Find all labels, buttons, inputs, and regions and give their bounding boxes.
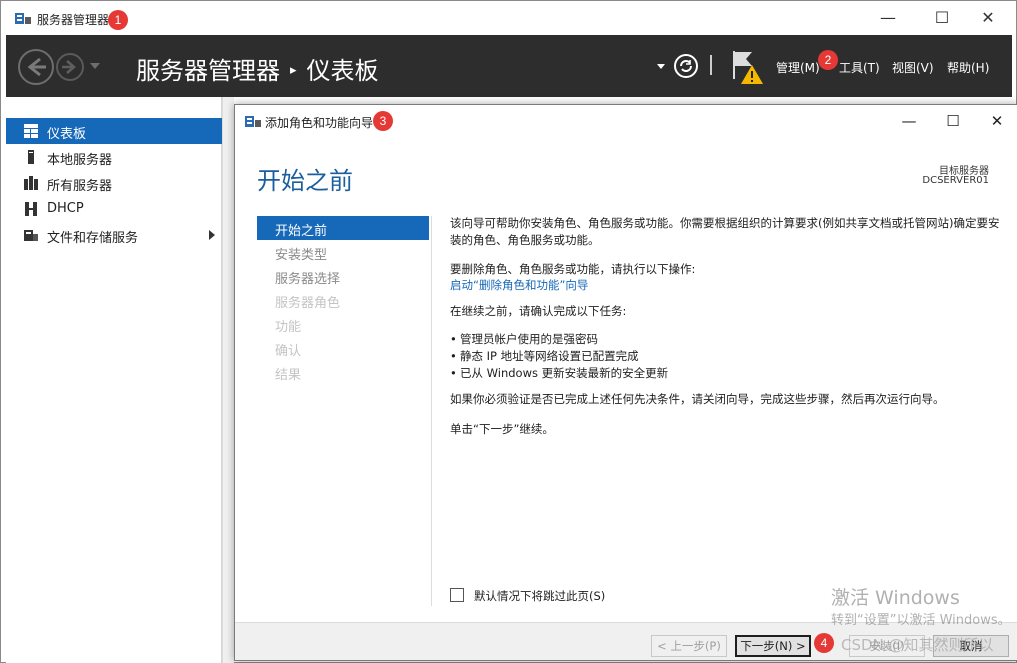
sidebar-item-label: 仪表板	[47, 127, 87, 142]
dhcp-icon	[25, 202, 37, 216]
back-button[interactable]	[18, 49, 54, 85]
refresh-icon[interactable]	[674, 54, 698, 78]
window-titlebar: 服务器管理器 1 — ☐ ✕	[1, 1, 1016, 35]
step-label: 安装类型	[275, 248, 328, 263]
menu-manage[interactable]: 管理(M)	[776, 59, 820, 76]
next-button[interactable]: 下一步(N) >	[735, 635, 811, 657]
dialog-close-button[interactable]: ✕	[975, 105, 1017, 137]
step-label: 服务器选择	[275, 272, 341, 287]
expand-arrow-icon[interactable]	[209, 230, 215, 240]
arrow-left-icon	[27, 57, 46, 77]
step-installation-type[interactable]: 安装类型	[257, 240, 429, 264]
verify-text: 如果你必须验证是否已完成上述任何先决条件，请关闭向导，完成这些步骤，然后再次运行…	[450, 392, 945, 406]
remove-instructions: 要删除角色、角色服务或功能，请执行以下操作:	[450, 262, 696, 276]
window-title: 服务器管理器	[37, 13, 110, 27]
step-features: 功能	[257, 312, 429, 336]
step-label: 开始之前	[275, 224, 328, 239]
step-label: 结果	[275, 368, 302, 383]
step-confirmation: 确认	[257, 336, 429, 360]
steps-divider	[431, 216, 432, 606]
step-before-you-begin[interactable]: 开始之前	[257, 216, 429, 240]
forward-button[interactable]	[56, 53, 84, 81]
close-button[interactable]: ✕	[965, 1, 1011, 35]
header-divider	[710, 55, 712, 75]
breadcrumb-page: 仪表板	[306, 57, 379, 85]
server-manager-app-icon	[15, 13, 31, 24]
menu-help[interactable]: 帮助(H)	[947, 59, 989, 76]
notification-flag-warning-icon[interactable]	[730, 49, 764, 85]
target-server-value: DCSERVER01	[922, 175, 989, 186]
history-dropdown-icon[interactable]	[90, 63, 100, 69]
sidebar-item-label: 所有服务器	[47, 179, 113, 194]
dialog-minimize-button[interactable]: —	[887, 105, 931, 137]
dashboard-icon	[24, 124, 38, 138]
sidebar-item-file-storage[interactable]: 文件和存储服务	[6, 222, 222, 248]
header-dropdown-icon[interactable]	[657, 64, 665, 69]
prerequisite-list: 管理员帐户使用的是强密码 静态 IP 地址等网络设置已配置完成 已从 Windo…	[450, 331, 1004, 382]
dialog-maximize-button[interactable]: ☐	[931, 105, 975, 137]
list-item: 已从 Windows 更新安装最新的安全更新	[450, 365, 1004, 382]
dialog-title: 添加角色和功能向导	[265, 116, 374, 130]
skip-page-checkbox[interactable]	[450, 588, 464, 602]
servers-icon	[24, 176, 38, 190]
sidebar-scrollbar[interactable]	[222, 97, 234, 663]
server-manager-window: 服务器管理器 1 — ☐ ✕ 服务器管理器 ▸ 仪表板 管理(M) 2 工具(T…	[0, 0, 1017, 663]
folder-icon	[24, 230, 38, 241]
annotation-badge-2: 2	[818, 50, 838, 70]
sidebar-item-dhcp[interactable]: DHCP	[6, 196, 222, 222]
activation-watermark-title: 激活 Windows	[831, 587, 960, 609]
activation-watermark-hint: 转到“设置”以激活 Windows。	[831, 613, 1011, 628]
list-item: 静态 IP 地址等网络设置已配置完成	[450, 348, 1004, 365]
step-label: 服务器角色	[275, 296, 341, 311]
sidebar-item-label: DHCP	[47, 201, 84, 216]
next-hint-text: 单击“下一步”继续。	[450, 422, 554, 436]
add-roles-wizard-dialog: 添加角色和功能向导 3 — ☐ ✕ 开始之前 目标服务器 DCSERVER01 …	[234, 104, 1017, 661]
step-label: 功能	[275, 320, 302, 335]
menu-tools[interactable]: 工具(T)	[839, 59, 880, 76]
server-icon	[28, 150, 34, 164]
sidebar-item-local-server[interactable]: 本地服务器	[6, 144, 222, 170]
step-label: 确认	[275, 344, 302, 359]
breadcrumb-separator-icon: ▸	[290, 63, 297, 78]
menu-view[interactable]: 视图(V)	[892, 59, 934, 76]
left-navigation: 仪表板 本地服务器 所有服务器 DHCP 文件和存储服务	[6, 97, 222, 663]
wizard-app-icon	[245, 116, 261, 127]
app-header: 服务器管理器 ▸ 仪表板 管理(M) 2 工具(T) 视图(V) 帮助(H)	[6, 35, 1012, 97]
previous-button[interactable]: < 上一步(P)	[651, 635, 727, 657]
breadcrumb-root[interactable]: 服务器管理器	[136, 57, 280, 85]
sidebar-item-all-servers[interactable]: 所有服务器	[6, 170, 222, 196]
annotation-badge-4: 4	[814, 633, 834, 653]
breadcrumb: 服务器管理器 ▸ 仪表板	[136, 51, 379, 86]
source-watermark: CSDN @知其然则所以	[841, 636, 994, 654]
list-item: 管理员帐户使用的是强密码	[450, 331, 1004, 348]
arrow-right-icon	[62, 60, 76, 74]
remove-roles-link[interactable]: 启动“删除角色和功能”向导	[450, 277, 1004, 294]
annotation-badge-1: 1	[108, 10, 128, 30]
skip-page-label[interactable]: 默认情况下将跳过此页(S)	[474, 588, 605, 604]
step-server-selection[interactable]: 服务器选择	[257, 264, 429, 288]
annotation-badge-3: 3	[373, 111, 393, 131]
page-heading: 开始之前	[257, 167, 353, 195]
sidebar-item-label: 文件和存储服务	[47, 231, 139, 246]
step-results: 结果	[257, 360, 429, 384]
step-server-roles: 服务器角色	[257, 288, 429, 312]
minimize-button[interactable]: —	[865, 1, 911, 35]
sidebar-item-dashboard[interactable]: 仪表板	[6, 118, 222, 144]
sidebar-item-label: 本地服务器	[47, 153, 113, 168]
before-continue-text: 在继续之前，请确认完成以下任务:	[450, 304, 627, 318]
intro-text: 该向导可帮助你安装角色、角色服务或功能。你需要根据组织的计算要求(例如共享文档或…	[450, 216, 1000, 247]
maximize-button[interactable]: ☐	[919, 1, 965, 35]
dialog-titlebar: 添加角色和功能向导 3 — ☐ ✕	[235, 105, 1017, 137]
